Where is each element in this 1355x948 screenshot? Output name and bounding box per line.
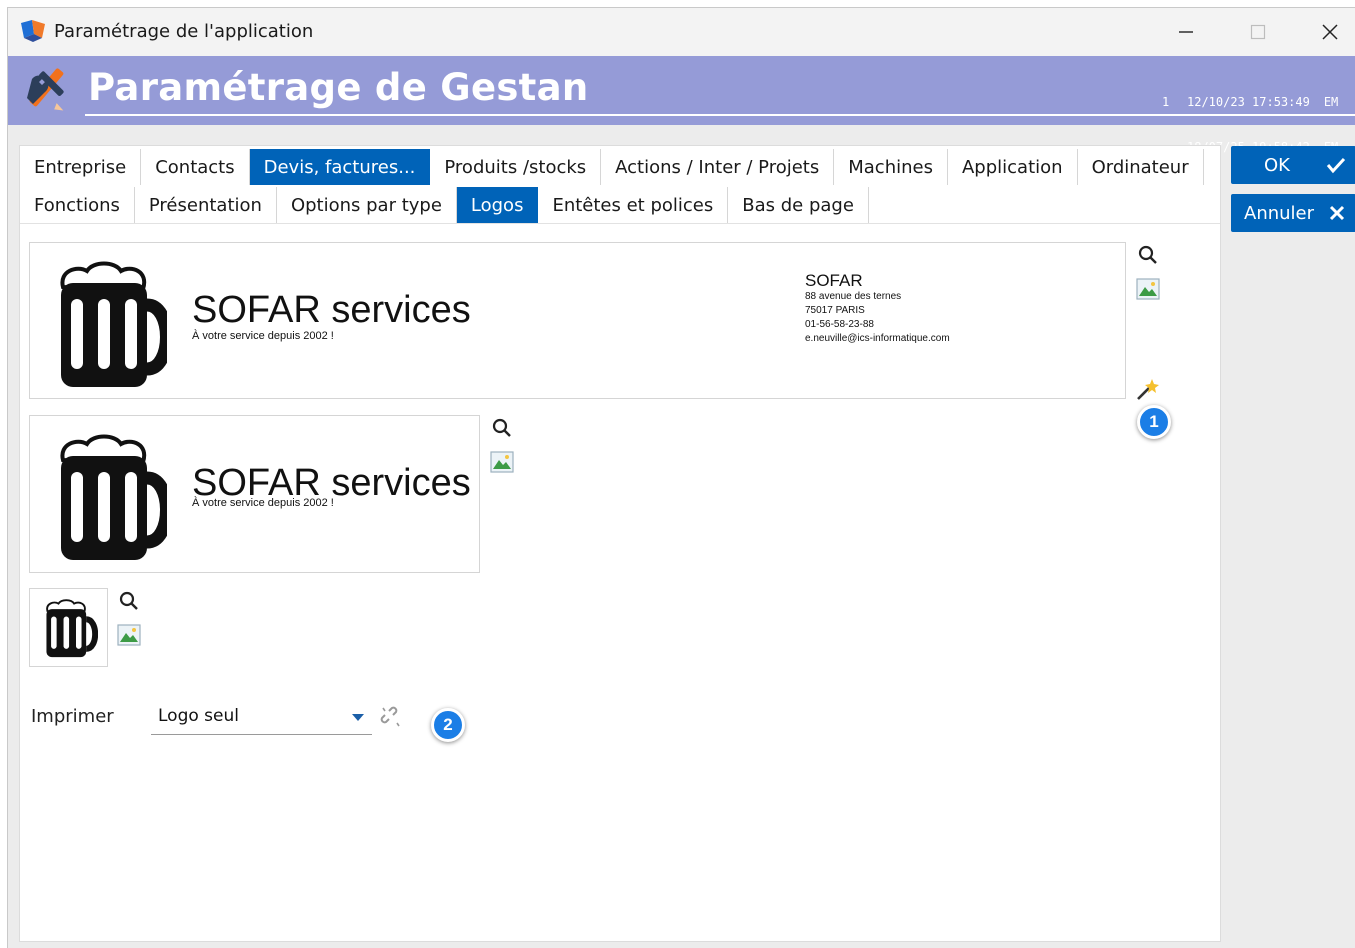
callout-badge-2: 2 xyxy=(431,708,465,742)
tab-machines[interactable]: Machines xyxy=(834,149,948,185)
timestamp-index: 1 xyxy=(1162,95,1170,109)
tab-logos[interactable]: Logos xyxy=(456,187,539,223)
callout-badge-1: 1 xyxy=(1137,405,1171,439)
tab-application[interactable]: Application xyxy=(947,149,1078,185)
tab-actions-inter-projets[interactable]: Actions / Inter / Projets xyxy=(601,149,835,185)
tab-separator xyxy=(20,223,1220,224)
maximize-button[interactable] xyxy=(1235,16,1281,48)
tab-ordinateur[interactable]: Ordinateur xyxy=(1077,149,1204,185)
tab-options-par-type[interactable]: Options par type xyxy=(276,187,457,223)
image-button-small[interactable] xyxy=(116,622,142,648)
main-tab-row: Entreprise Contacts Devis, factures... P… xyxy=(20,149,1204,185)
image-button-medium[interactable] xyxy=(489,449,515,475)
title-bar: Paramétrage de l'application xyxy=(8,8,1355,56)
close-icon xyxy=(1329,205,1345,221)
zoom-button-small[interactable] xyxy=(116,588,142,614)
image-button-large[interactable] xyxy=(1135,276,1161,302)
tab-bas-de-page[interactable]: Bas de page xyxy=(728,187,869,223)
tab-produits-stocks[interactable]: Produits /stocks xyxy=(430,149,602,185)
tools-icon xyxy=(27,68,64,111)
page-title: Paramétrage de Gestan xyxy=(88,66,589,109)
app-logo-icon xyxy=(21,20,45,42)
tab-fonctions[interactable]: Fonctions xyxy=(20,187,135,223)
checkmark-icon xyxy=(1326,157,1346,174)
company-phone: 01-56-58-23-88 xyxy=(805,319,874,330)
zoom-button-large[interactable] xyxy=(1135,242,1161,268)
beer-mug-logo xyxy=(60,434,167,560)
chevron-down-icon xyxy=(352,714,364,721)
window-title: Paramétrage de l'application xyxy=(54,21,314,42)
logo-small-preview[interactable] xyxy=(29,588,108,667)
company-name: SOFAR xyxy=(805,271,863,290)
tab-entetes-polices[interactable]: Entêtes et polices xyxy=(538,187,729,223)
magnifier-icon xyxy=(1138,245,1157,264)
magnifier-icon xyxy=(492,418,511,437)
tab-entreprise[interactable]: Entreprise xyxy=(20,149,142,185)
timestamp-datetime: 12/10/23 17:53:49 xyxy=(1187,95,1310,109)
tab-devis-factures[interactable]: Devis, factures... xyxy=(249,149,431,185)
app-window: Paramétrage de l'application Paramétrage… xyxy=(7,7,1355,948)
cancel-button-label: Annuler xyxy=(1244,202,1315,224)
magnifier-icon xyxy=(119,591,138,610)
minimize-icon xyxy=(1179,31,1193,33)
minimize-button[interactable] xyxy=(1163,16,1209,48)
tab-contacts[interactable]: Contacts xyxy=(141,149,250,185)
image-icon xyxy=(1136,278,1160,300)
timestamp-code: EM xyxy=(1323,95,1339,109)
zoom-button-medium[interactable] xyxy=(489,415,515,441)
company-info: SOFAR 88 avenue des ternes 75017 PARIS 0… xyxy=(805,271,950,346)
sub-tab-row: Fonctions Présentation Options par type … xyxy=(20,187,869,223)
close-icon xyxy=(1322,24,1338,40)
beer-mug-logo xyxy=(46,599,98,658)
unlink-button[interactable] xyxy=(378,704,404,730)
close-button[interactable] xyxy=(1307,16,1353,48)
brand-name: SOFAR services xyxy=(192,289,471,331)
header-banner: Paramétrage de Gestan 1 12/10/23 17:53:49… xyxy=(8,56,1355,154)
magic-wand-icon xyxy=(1137,379,1159,400)
beer-mug-logo xyxy=(60,261,167,387)
unlink-icon xyxy=(380,706,400,727)
brand-tagline: À votre service depuis 2002 ! xyxy=(192,497,334,509)
print-label: Imprimer xyxy=(31,706,114,727)
image-icon xyxy=(117,624,141,646)
settings-panel: Entreprise Contacts Devis, factures... P… xyxy=(19,145,1221,942)
image-icon xyxy=(490,451,514,473)
timestamp-row: 1 12/10/23 17:53:49 EM xyxy=(1162,95,1338,110)
brand-tagline: À votre service depuis 2002 ! xyxy=(192,330,334,342)
cancel-button[interactable]: Annuler xyxy=(1231,194,1355,232)
print-mode-value: Logo seul xyxy=(158,706,239,726)
print-mode-select[interactable]: Logo seul xyxy=(151,701,372,735)
logo-large-preview[interactable]: SOFAR services À votre service depuis 20… xyxy=(29,242,1126,399)
logo-medium-preview[interactable]: SOFAR services À votre service depuis 20… xyxy=(29,415,480,573)
tab-presentation[interactable]: Présentation xyxy=(134,187,277,223)
maximize-icon xyxy=(1250,24,1266,40)
company-email: e.neuville@ics-informatique.com xyxy=(805,333,950,344)
company-address: 88 avenue des ternes xyxy=(805,291,902,302)
wizard-button[interactable] xyxy=(1135,376,1161,402)
ok-button-label: OK xyxy=(1264,154,1290,176)
ok-button[interactable]: OK xyxy=(1231,146,1355,184)
company-city: 75017 PARIS xyxy=(805,305,865,316)
